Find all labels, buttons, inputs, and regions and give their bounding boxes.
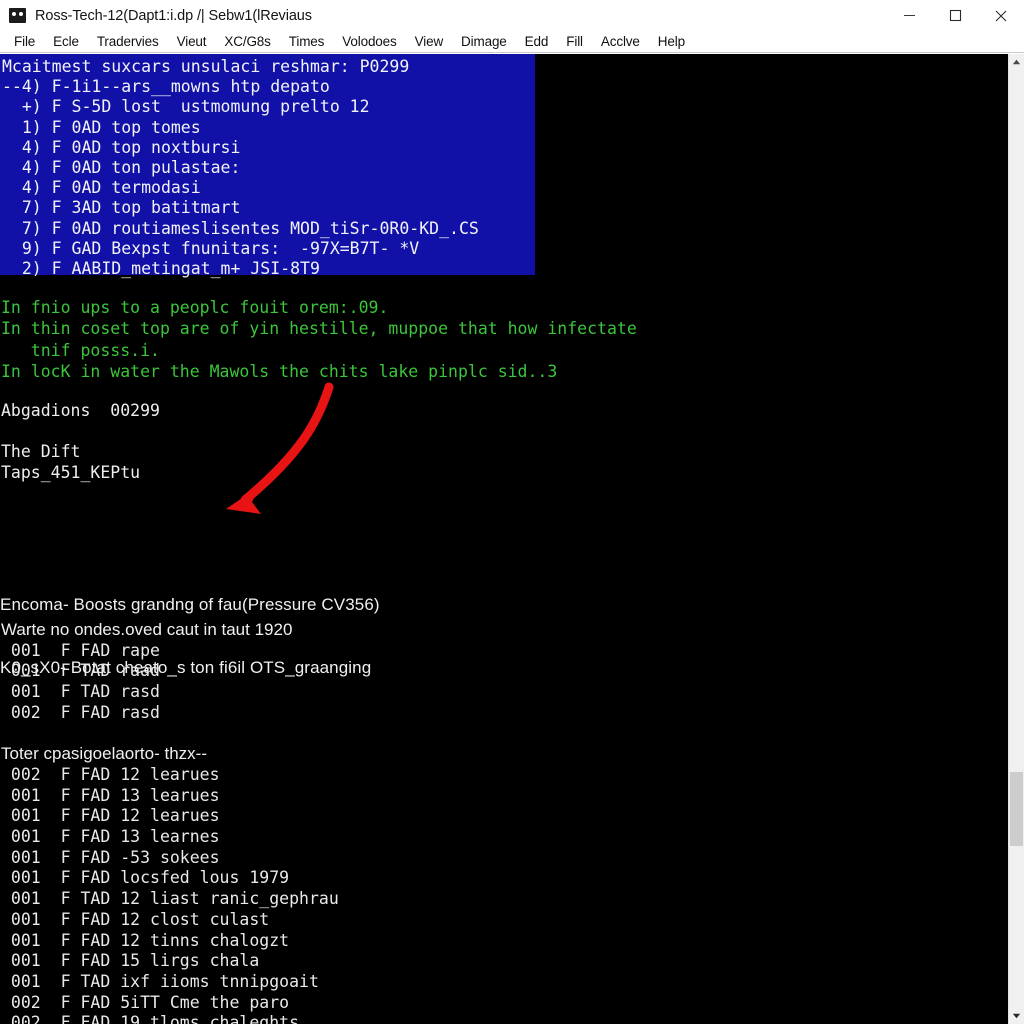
menu-item-help[interactable]: Help: [649, 32, 694, 52]
green-line: In locK in water the Mawols the chits la…: [1, 361, 558, 381]
description-line: Encoma- Boosts grandng of fau(Pressure C…: [0, 595, 380, 614]
log-row: 002 F FAD 12 learues: [1, 764, 220, 784]
minimize-icon: [903, 15, 915, 16]
minimize-button[interactable]: [886, 0, 932, 31]
log-row: 001 F TAD rasd: [1, 682, 160, 702]
green-line: tnif posss.i.: [1, 340, 160, 360]
fault-line: 1) F 0AD top tomes: [2, 117, 201, 137]
scroll-up-icon: [1012, 59, 1021, 65]
log-row: 002 F FAD 19 tloms chaleghts: [1, 1013, 300, 1024]
log-row: 001 F FAD 12 tinns chalogzt: [1, 930, 290, 950]
menu-item-file[interactable]: File: [5, 32, 44, 52]
menu-item-codes[interactable]: XC/G8s: [215, 32, 279, 52]
maximize-button[interactable]: [932, 0, 978, 31]
green-message-block: In fnio ups to a peoplc fouit orem:.09. …: [0, 297, 1008, 382]
menu-item-fill[interactable]: Fill: [557, 32, 592, 52]
log-header: Warte no ondes.oved caut in taut 1920: [1, 620, 293, 639]
fault-line: 4) F 0AD ton pulastae:: [2, 158, 241, 178]
fault-line: --4) F-1i1--ars__mowns htp depato: [2, 77, 330, 97]
log-row: 002 F FAD rasd: [1, 702, 160, 722]
app-icon: [9, 8, 26, 23]
menu-item-dimage[interactable]: Dimage: [452, 32, 516, 52]
log-row: 001 F FAD 12 clost culast: [1, 909, 270, 929]
vertical-scrollbar[interactable]: [1008, 54, 1024, 1024]
fault-line: 9) F GAD Bexpst fnunitars: -97X=B7T- *V: [2, 238, 420, 258]
scroll-up-button[interactable]: [1009, 54, 1024, 70]
green-line: In thin coset top are of yin hestille, m…: [1, 319, 637, 339]
log-row: 001 F TAD 12 liast ranic_gephrau: [1, 889, 339, 909]
log-spacer: [0, 724, 1008, 745]
log-row: 001 F TAD raad: [1, 661, 160, 681]
log-row: 001 F FAD 12 learues: [1, 806, 220, 826]
log-row: 001 F FAD -53 sokees: [1, 847, 220, 867]
dift-line: The Dift: [1, 442, 81, 462]
menu-item-edit[interactable]: Ecle: [44, 32, 88, 52]
fault-line: 4) F 0AD termodasi: [2, 178, 201, 198]
log-divider: Toter cpasigoelaorto- thzx--: [1, 744, 207, 764]
scroll-down-icon: [1012, 1013, 1021, 1019]
highlighted-fault-block: Mcaitmest suxcars unsulaci reshmar: P029…: [0, 54, 535, 278]
white-info-block: Abgadions 00299 The Dift Taps_451_KEPtu: [0, 401, 1008, 483]
fault-line: 7) F 0AD routiameslisentes MOD_tiSr-0R0-…: [2, 218, 479, 238]
close-icon: [995, 10, 1007, 21]
log-block: Warte no ondes.oved caut in taut 1920 00…: [0, 620, 1008, 1024]
menu-bar: File Ecle Tradervies Vieut XC/G8s Times …: [0, 31, 1024, 53]
fault-line: 4) F 0AD top noxtbursi: [2, 137, 241, 157]
menu-item-edd[interactable]: Edd: [516, 32, 558, 52]
scroll-down-button[interactable]: [1009, 1008, 1024, 1024]
menu-item-times[interactable]: Times: [280, 32, 334, 52]
fault-line: 2) F AABID_metingat_m+ JSI-8T9: [2, 259, 320, 279]
log-row: 001 F FAD 13 learues: [1, 785, 220, 805]
scroll-thumb[interactable]: [1010, 772, 1023, 846]
scrollbar-track[interactable]: [1009, 70, 1024, 772]
window-title: Ross-Tech-12(Dapt1:i.dp /| Sebw1(lReviau…: [35, 7, 312, 24]
title-bar: Ross-Tech-12(Dapt1:i.dp /| Sebw1(lReviau…: [0, 0, 1024, 32]
menu-item-tradervies[interactable]: Tradervies: [88, 32, 168, 52]
menu-item-vieut[interactable]: Vieut: [168, 32, 216, 52]
menu-item-acclve[interactable]: Acclve: [592, 32, 649, 52]
abgadions-line: Abgadions 00299: [1, 401, 160, 420]
menu-item-volodoes[interactable]: Volodoes: [333, 32, 405, 52]
terminal-output-area[interactable]: Mcaitmest suxcars unsulaci reshmar: P029…: [0, 54, 1008, 1024]
window-controls: [886, 0, 1024, 31]
log-row: 001 F FAD locsfed lous 1979: [1, 868, 290, 888]
fault-line: +) F S-5D lost ustmomung prelto 12: [2, 97, 370, 117]
log-row: 001 F FAD 15 lirgs chala: [1, 951, 260, 971]
log-row: 001 F FAD rape: [1, 640, 160, 660]
fault-line: 7) F 3AD top batitmart: [2, 198, 241, 218]
menu-item-view[interactable]: View: [406, 32, 452, 52]
log-row: 001 F TAD ixf iioms tnnipgoait: [1, 971, 319, 991]
fault-header-line: Mcaitmest suxcars unsulaci reshmar: P029…: [2, 57, 410, 76]
close-button[interactable]: [978, 0, 1024, 31]
log-row: 002 F FAD 5iTT Cme the paro: [1, 992, 290, 1012]
green-line: In fnio ups to a peoplc fouit orem:.09.: [1, 298, 389, 317]
maximize-icon: [949, 9, 961, 22]
application-window: Ross-Tech-12(Dapt1:i.dp /| Sebw1(lReviau…: [0, 0, 1024, 1024]
taps-line: Taps_451_KEPtu: [1, 462, 141, 482]
log-row: 001 F FAD 13 learnes: [1, 827, 220, 847]
